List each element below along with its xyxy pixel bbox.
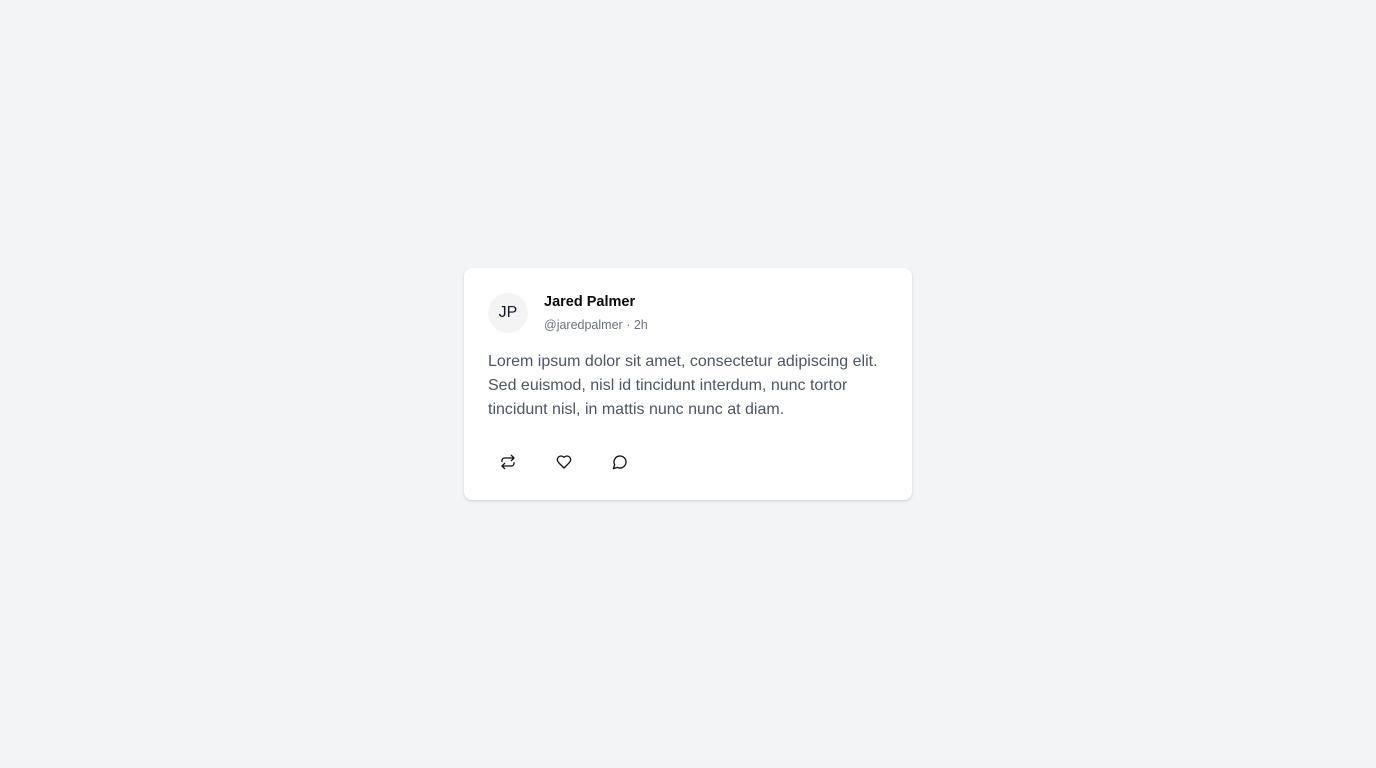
post-time: 2h (633, 318, 648, 332)
author-subline: @jaredpalmer · 2h (544, 317, 648, 333)
author-handle[interactable]: @jaredpalmer (544, 318, 623, 332)
author-name[interactable]: Jared Palmer (544, 293, 648, 311)
comment-button[interactable] (600, 446, 640, 478)
avatar-initials: JP (498, 304, 518, 321)
post-text: Lorem ipsum dolor sit amet, consectetur … (488, 353, 878, 418)
heart-icon (556, 454, 572, 470)
author-meta: Jared Palmer @jaredpalmer · 2h (544, 292, 648, 333)
avatar[interactable]: JP (488, 293, 528, 333)
post-card: JP Jared Palmer @jaredpalmer · 2h Lorem … (464, 268, 912, 500)
repost-icon (500, 454, 516, 470)
post-header: JP Jared Palmer @jaredpalmer · 2h (488, 292, 888, 333)
post-actions (488, 446, 888, 478)
comment-icon (612, 454, 628, 470)
meta-separator: · (626, 318, 631, 332)
repost-button[interactable] (488, 446, 528, 478)
like-button[interactable] (544, 446, 584, 478)
